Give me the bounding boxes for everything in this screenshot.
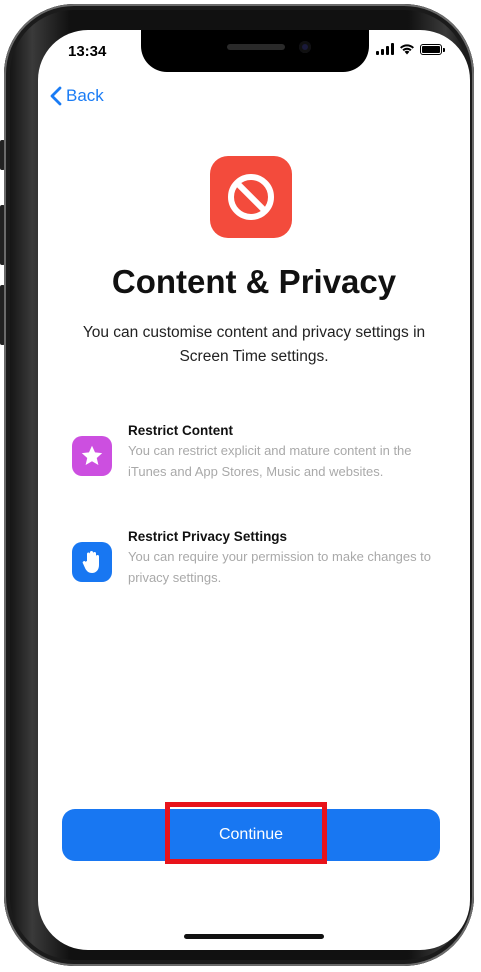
cellular-signal-icon — [376, 43, 394, 55]
wifi-icon — [400, 44, 414, 55]
back-button[interactable]: Back — [50, 86, 104, 106]
hand-icon — [72, 542, 112, 582]
star-icon — [72, 436, 112, 476]
feature-restrict-privacy: Restrict Privacy Settings You can requir… — [72, 528, 432, 588]
feature-title: Restrict Privacy Settings — [128, 529, 288, 544]
home-indicator[interactable] — [184, 934, 324, 939]
feature-description: You can restrict explicit and mature con… — [128, 443, 412, 479]
chevron-left-icon — [50, 86, 62, 106]
page-subtitle: You can customise content and privacy se… — [82, 324, 426, 365]
feature-description: You can require your permission to make … — [128, 549, 432, 585]
phone-frame: 13:34 Back Content & Privacy You can cus… — [4, 4, 474, 966]
notch — [141, 30, 369, 72]
speaker-grille — [227, 44, 285, 50]
page-title: Content & Privacy — [111, 263, 397, 300]
highlight-box — [165, 802, 327, 864]
feature-restrict-content: Restrict Content You can restrict explic… — [72, 422, 432, 482]
feature-title: Restrict Content — [128, 423, 234, 438]
status-time: 13:34 — [68, 43, 107, 60]
status-icons — [376, 43, 445, 55]
front-camera — [299, 41, 311, 53]
back-label: Back — [66, 86, 104, 105]
battery-icon — [420, 43, 445, 55]
restriction-icon — [210, 156, 292, 238]
phone-screen: 13:34 Back Content & Privacy You can cus… — [38, 30, 470, 950]
